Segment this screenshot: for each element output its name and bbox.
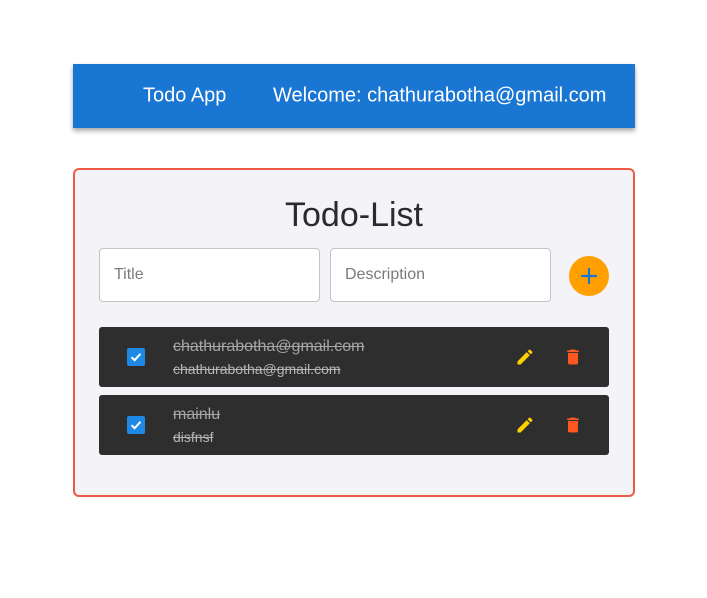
todo-list-heading: Todo-List	[285, 196, 423, 234]
todo-description: chathurabotha@gmail.com	[173, 361, 341, 377]
todo-item: chathurabotha@gmail.com chathurabotha@gm…	[99, 327, 609, 387]
delete-todo-button[interactable]	[561, 413, 585, 437]
welcome-text: Welcome: chathurabotha@gmail.com	[273, 84, 607, 107]
app-bar: Todo App Welcome: chathurabotha@gmail.co…	[73, 64, 635, 128]
app-title: Todo App	[143, 84, 227, 107]
trash-icon	[567, 417, 579, 433]
checkmark-icon	[130, 421, 142, 430]
todo-checkbox[interactable]	[127, 348, 145, 366]
todo-checkbox[interactable]	[127, 416, 145, 434]
todo-item: mainlu disfnsf	[99, 395, 609, 455]
title-input[interactable]	[99, 248, 320, 302]
todo-description: disfnsf	[173, 429, 214, 445]
pencil-icon	[517, 417, 533, 433]
delete-todo-button[interactable]	[561, 345, 585, 369]
trash-icon	[567, 349, 579, 365]
edit-todo-button[interactable]	[513, 413, 537, 437]
todo-title: chathurabotha@gmail.com	[173, 338, 365, 355]
description-input[interactable]	[330, 248, 551, 302]
pencil-icon	[517, 349, 533, 365]
todo-card: Todo-List chathurabotha@gmail.com chathu…	[73, 168, 635, 497]
checkmark-icon	[130, 353, 142, 362]
plus-icon	[580, 267, 598, 285]
todo-title: mainlu	[173, 406, 221, 423]
add-todo-button[interactable]	[569, 256, 609, 296]
edit-todo-button[interactable]	[513, 345, 537, 369]
